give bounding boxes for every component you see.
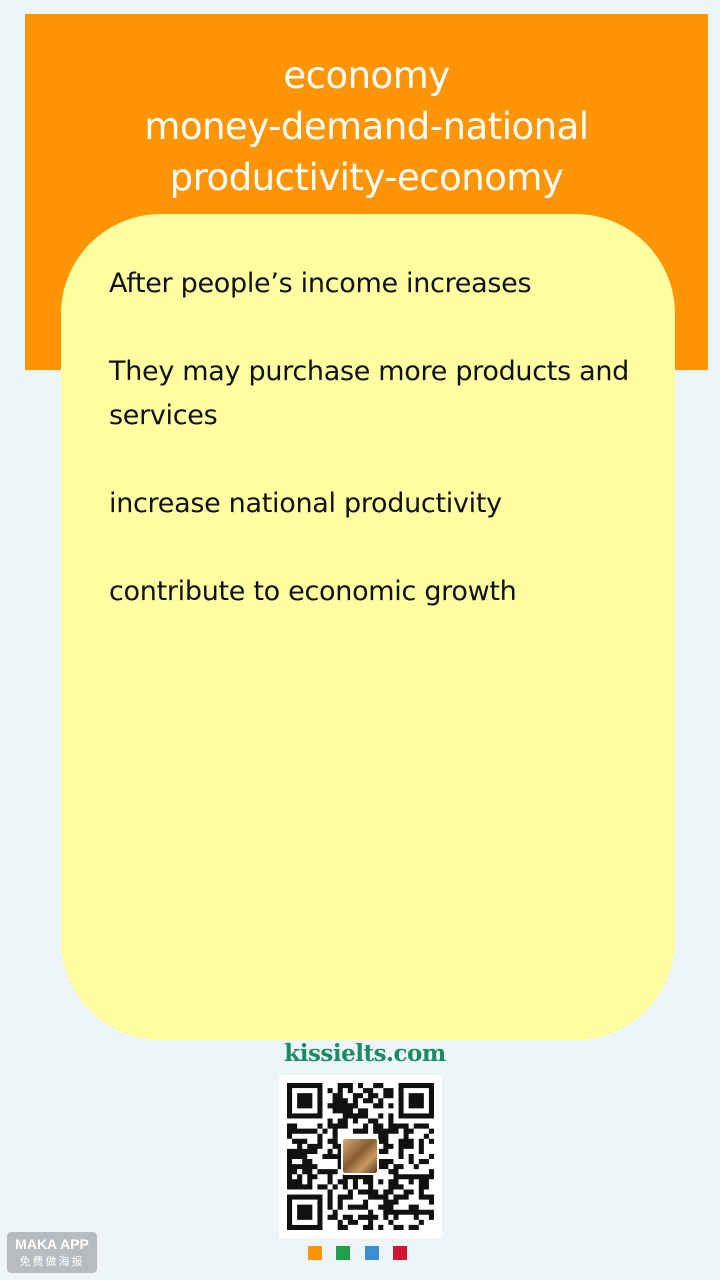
paragraph: contribute to economic growth [109,576,517,607]
paragraph: They may purchase more products and serv… [109,356,630,431]
green-dot [336,1246,350,1260]
red-dot [393,1246,407,1260]
page-title: economy money-demand-national productivi… [25,50,708,203]
paragraph: increase national productivity [109,488,502,519]
title-line: money-demand-national [144,105,589,148]
title-line: productivity-economy [169,156,564,199]
badge-title: MAKA APP [15,1236,89,1252]
orange-dot [308,1246,322,1260]
paragraph: After people’s income increases [109,268,532,299]
maka-app-badge[interactable]: MAKA APP 免费做海报 [7,1232,97,1273]
title-line: economy [283,54,450,97]
site-url[interactable]: kissielts.com [220,1040,510,1067]
card-text: After people’s income increases They may… [109,262,649,658]
qr-code[interactable] [279,1075,442,1238]
qr-center-image [341,1137,379,1175]
blue-dot [365,1246,379,1260]
badge-subtitle: 免费做海报 [19,1255,85,1268]
